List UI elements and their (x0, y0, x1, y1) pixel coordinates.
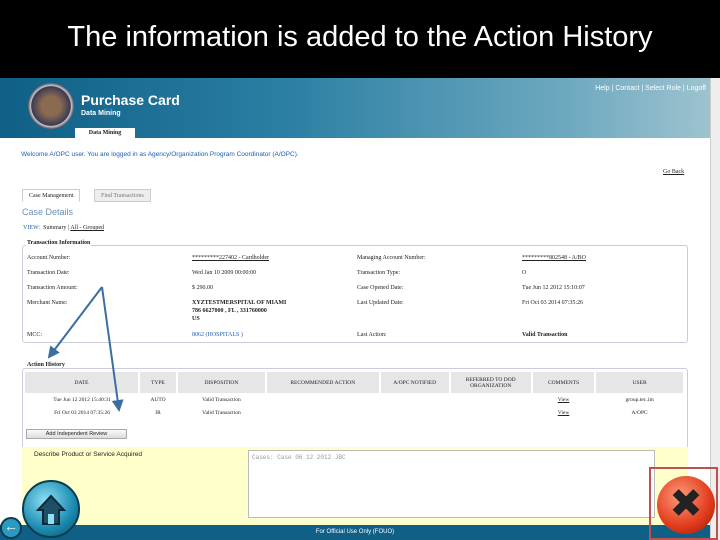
arrow-to-type-column (101, 286, 124, 412)
annotation-arrows (47, 286, 124, 412)
close-icon[interactable]: ✖ (657, 476, 715, 534)
home-icon[interactable] (22, 480, 80, 538)
arrow-to-action-history (47, 286, 103, 359)
back-arrow-icon[interactable]: ← (0, 517, 22, 539)
